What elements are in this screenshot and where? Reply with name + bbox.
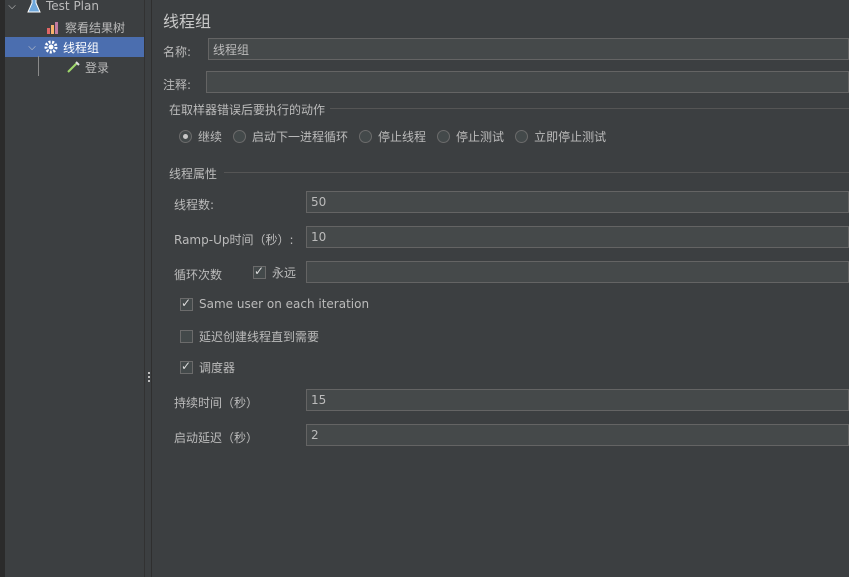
- thread-group-panel: 线程组 名称: 注释: 在取样器错误后要执行的动作 继续 启动下一进程循环 停止…: [152, 0, 849, 577]
- startup-delay-field[interactable]: [306, 424, 849, 446]
- panel-splitter[interactable]: [144, 0, 152, 577]
- comment-field[interactable]: [206, 71, 849, 93]
- radio-circle[interactable]: [359, 130, 373, 143]
- radio-stop-test[interactable]: 停止测试: [437, 128, 504, 145]
- checkbox-box[interactable]: [180, 296, 193, 311]
- startup-delay-label: 启动延迟（秒）: [174, 431, 259, 445]
- radio-label: 启动下一进程循环: [252, 130, 349, 144]
- chevron-down-icon[interactable]: ⌵: [5, 1, 19, 12]
- group-divider: [330, 108, 849, 109]
- tree-item-label: 登录: [85, 60, 110, 75]
- chart-icon: [47, 22, 58, 34]
- checkbox-label: Same user on each iteration: [199, 297, 370, 311]
- radio-label: 停止线程: [378, 130, 427, 144]
- tree-item-view-results-tree[interactable]: 察看结果树: [5, 17, 144, 37]
- radio-stop-test-now[interactable]: 立即停止测试: [515, 128, 606, 145]
- delay-thread-creation-checkbox[interactable]: 延迟创建线程直到需要: [180, 328, 319, 345]
- checkbox-label: 延迟创建线程直到需要: [199, 330, 320, 344]
- pipette-icon: [67, 61, 80, 73]
- radio-continue[interactable]: 继续: [179, 128, 222, 145]
- tree-item-thread-group[interactable]: ⌵ 线程组: [5, 37, 144, 57]
- radio-circle[interactable]: [179, 130, 192, 143]
- sampler-error-group-title: 在取样器错误后要执行的动作: [169, 103, 326, 117]
- tree-item-label: Test Plan: [46, 0, 99, 13]
- thread-properties-group-title: 线程属性: [169, 167, 218, 181]
- comment-label: 注释:: [163, 78, 192, 92]
- loop-count-field[interactable]: [306, 261, 849, 283]
- gear-icon: [44, 40, 58, 54]
- thread-count-field[interactable]: [306, 191, 849, 213]
- checkbox-label: 永远: [272, 266, 297, 280]
- tree-item-test-plan[interactable]: ⌵ Test Plan: [5, 0, 144, 16]
- radio-stop-thread[interactable]: 停止线程: [359, 128, 426, 145]
- name-label: 名称:: [163, 45, 192, 59]
- radio-circle[interactable]: [233, 130, 247, 143]
- radio-circle[interactable]: [515, 130, 529, 143]
- duration-label: 持续时间（秒）: [174, 396, 259, 410]
- checkbox-box[interactable]: [180, 359, 193, 374]
- checkbox-label: 调度器: [199, 361, 236, 375]
- checkbox-box[interactable]: [253, 264, 266, 279]
- thread-count-label: 线程数:: [174, 198, 215, 212]
- group-divider: [224, 172, 849, 173]
- radio-label: 停止测试: [456, 130, 505, 144]
- same-user-checkbox[interactable]: Same user on each iteration: [180, 296, 370, 311]
- radio-label: 立即停止测试: [534, 130, 607, 144]
- splitter-grip-icon[interactable]: [148, 372, 150, 384]
- forever-checkbox[interactable]: 永远: [253, 264, 296, 281]
- radio-label: 继续: [198, 130, 223, 144]
- chevron-down-icon[interactable]: ⌵: [25, 42, 39, 53]
- page-title: 线程组: [163, 12, 212, 31]
- sampler-error-options: 继续 启动下一进程循环 停止线程 停止测试 立即停止测试: [179, 128, 617, 145]
- checkbox-box[interactable]: [180, 330, 193, 343]
- rampup-label: Ramp-Up时间（秒）:: [174, 233, 294, 247]
- tree-item-login[interactable]: 登录: [5, 57, 144, 77]
- flask-icon: [27, 0, 41, 13]
- radio-circle[interactable]: [437, 130, 451, 143]
- test-plan-tree: ⌵ Test Plan 察看结果树 ⌵ 线程组 登录: [5, 0, 144, 577]
- rampup-field[interactable]: [306, 226, 849, 248]
- radio-start-next-loop[interactable]: 启动下一进程循环: [233, 128, 348, 145]
- duration-field[interactable]: [306, 389, 849, 411]
- scheduler-checkbox[interactable]: 调度器: [180, 359, 235, 376]
- tree-item-label: 线程组: [63, 40, 100, 55]
- loop-count-label: 循环次数: [174, 268, 223, 282]
- tree-item-label: 察看结果树: [65, 20, 126, 35]
- name-field[interactable]: [208, 38, 849, 60]
